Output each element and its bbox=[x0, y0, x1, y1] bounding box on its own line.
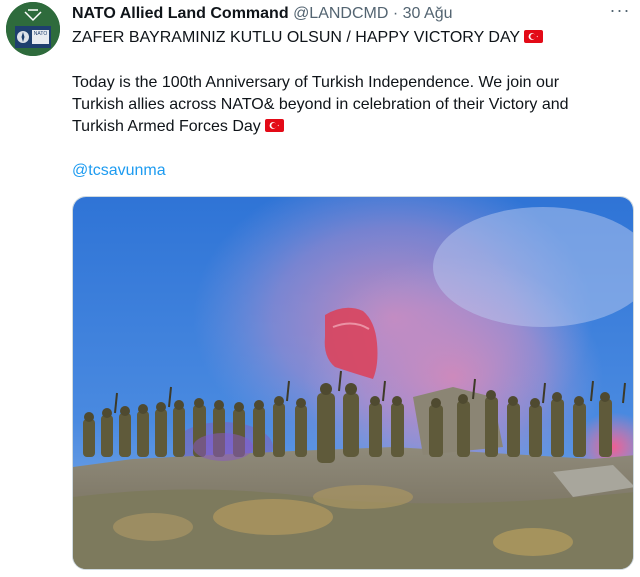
mention-link[interactable]: @tcsavunma bbox=[72, 160, 166, 182]
author-name[interactable]: NATO Allied Land Command bbox=[72, 5, 289, 22]
turkey-flag-icon bbox=[264, 119, 284, 132]
avatar-text: NATO bbox=[34, 31, 48, 37]
separator-dot: · bbox=[392, 5, 399, 22]
tweet[interactable]: NATO NATO Allied Land Command @LANDCMD ·… bbox=[0, 0, 640, 577]
tweet-headline: ZAFER BAYRAMINIZ KUTLU OLSUN / HAPPY VIC… bbox=[72, 28, 544, 48]
headline-text: ZAFER BAYRAMINIZ KUTLU OLSUN / HAPPY VIC… bbox=[72, 29, 521, 46]
tweet-header: NATO Allied Land Command @LANDCMD · 30 A… bbox=[72, 4, 452, 24]
tweet-date[interactable]: 30 Ağu bbox=[403, 5, 453, 22]
more-options-button[interactable]: ··· bbox=[606, 0, 634, 24]
author-handle[interactable]: @LANDCMD bbox=[293, 5, 388, 22]
tweet-body-text: Today is the 100th Anniversary of Turkis… bbox=[72, 74, 569, 135]
tweet-photo[interactable] bbox=[72, 196, 634, 570]
avatar[interactable]: NATO bbox=[6, 2, 60, 56]
turkey-flag-icon bbox=[524, 30, 544, 43]
tweet-body: Today is the 100th Anniversary of Turkis… bbox=[72, 72, 612, 138]
